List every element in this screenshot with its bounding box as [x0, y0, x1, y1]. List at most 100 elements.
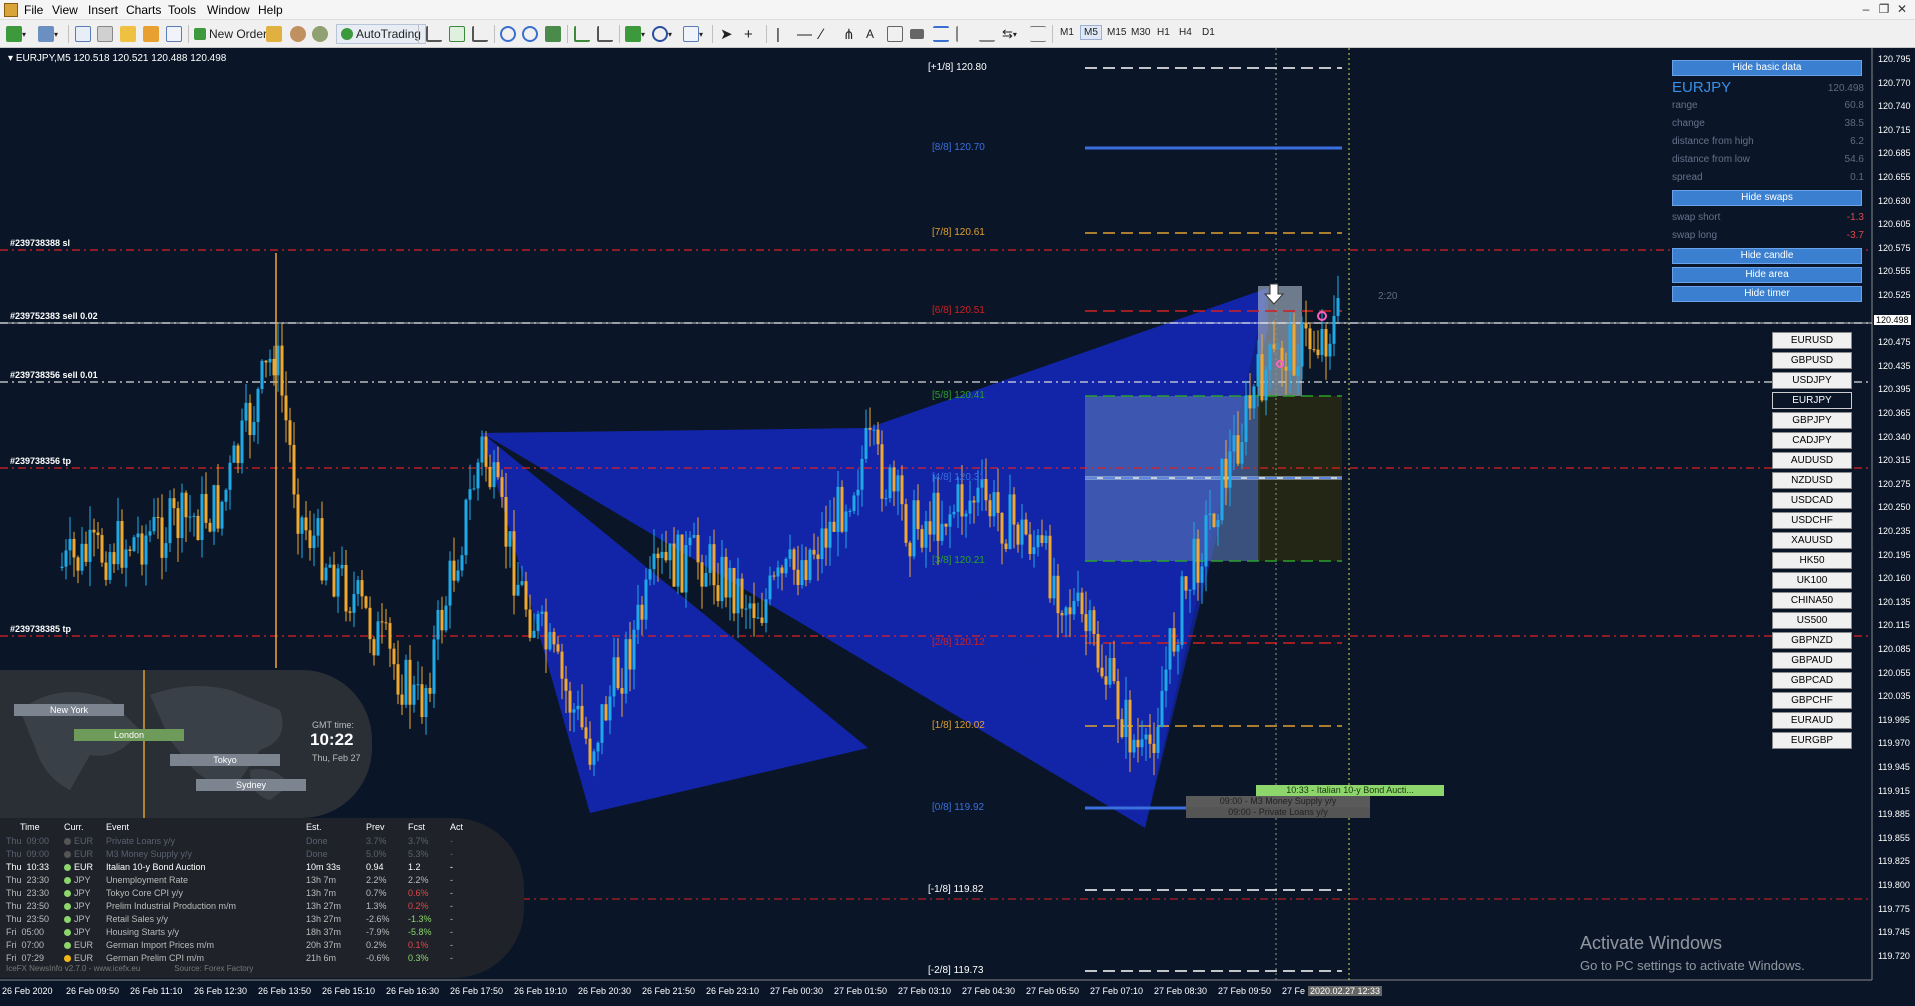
symbol-button-audusd[interactable]: AUDUSD — [1772, 452, 1852, 469]
menu-charts[interactable]: Charts — [126, 3, 161, 17]
order-line-label[interactable]: #239738388 sl — [10, 238, 70, 248]
hide-area-button[interactable]: Hide area — [1672, 267, 1862, 283]
crosshair-button[interactable]: + — [744, 24, 753, 44]
news-row[interactable]: Thu 23:30 JPY Tokyo Core CPI y/y 13h 7m 0.7%… — [6, 886, 480, 899]
market-watch-button[interactable] — [75, 24, 91, 44]
profiles-button[interactable]: ▾ — [38, 24, 58, 44]
data-window-button[interactable] — [97, 24, 113, 44]
news-row[interactable]: Thu 09:00 EUR Private Loans y/y Done 3.7% 3.7… — [6, 834, 480, 847]
new-chart-button[interactable]: ▾ — [6, 24, 26, 44]
menu-help[interactable]: Help — [258, 3, 283, 17]
order-line-label[interactable]: #239738385 tp — [10, 624, 71, 634]
news-row[interactable]: Fri 07:29 EUR German Prelim CPI m/m 21h 6m -… — [6, 951, 480, 964]
hide-timer-button[interactable]: Hide timer — [1672, 286, 1862, 302]
symbol-button-gbpjpy[interactable]: GBPJPY — [1772, 412, 1852, 429]
symbol-button-us500[interactable]: US500 — [1772, 612, 1852, 629]
news-row[interactable]: Fri 05:00 JPY Housing Starts y/y 18h 37m -7.… — [6, 925, 480, 938]
horizontal-line-button[interactable]: — — [797, 24, 812, 44]
zoom-in-button[interactable] — [500, 24, 516, 44]
timeframe-m30[interactable]: M30 — [1131, 27, 1150, 38]
minimize-icon[interactable]: – — [1857, 2, 1875, 16]
symbol-button-uk100[interactable]: UK100 — [1772, 572, 1852, 589]
menu-window[interactable]: Window — [207, 3, 250, 17]
indicators-button[interactable]: ▾ — [625, 24, 645, 44]
zoom-out-button[interactable] — [522, 24, 538, 44]
auto-scroll-button[interactable] — [574, 24, 590, 44]
timeframe-m5[interactable]: M5 — [1080, 25, 1102, 40]
event-italian-bond[interactable]: 10:33 - Italian 10-y Bond Aucti... — [1256, 785, 1444, 796]
hide-swaps-button[interactable]: Hide swaps — [1672, 190, 1862, 206]
symbol-button-usdcad[interactable]: USDCAD — [1772, 492, 1852, 509]
new-order-button[interactable]: New Order — [194, 24, 267, 44]
timeframe-h1[interactable]: H1 — [1157, 27, 1170, 38]
rectangle-button[interactable] — [910, 24, 924, 44]
more-tools-button[interactable] — [1030, 24, 1046, 44]
order-line-label[interactable]: #239738356 tp — [10, 456, 71, 466]
bar-chart-button[interactable] — [426, 24, 442, 44]
symbol-button-gbpcad[interactable]: GBPCAD — [1772, 672, 1852, 689]
cursor-button[interactable]: ➤ — [720, 24, 733, 44]
symbol-button-usdchf[interactable]: USDCHF — [1772, 512, 1852, 529]
symbol-button-eurgbp[interactable]: EURGBP — [1772, 732, 1852, 749]
arrows-button[interactable]: ⇆ ▾ — [1002, 24, 1017, 44]
menu-view[interactable]: View — [52, 3, 78, 17]
symbol-button-china50[interactable]: CHINA50 — [1772, 592, 1852, 609]
menu-tools[interactable]: Tools — [168, 3, 196, 17]
periods-button[interactable]: ▾ — [652, 24, 672, 44]
fibo-fan-button[interactable] — [956, 24, 972, 44]
restore-icon[interactable]: ❐ — [1875, 2, 1893, 16]
terminal-button[interactable] — [143, 24, 159, 44]
vps-button[interactable] — [312, 24, 328, 44]
channel-button[interactable]: ⋔ — [843, 24, 855, 44]
order-line-label[interactable]: #239752383 sell 0.02 — [10, 311, 98, 321]
timeframe-h4[interactable]: H4 — [1179, 27, 1192, 38]
timeframe-m15[interactable]: M15 — [1107, 27, 1126, 38]
templates-button[interactable]: ▾ — [683, 24, 703, 44]
navigator-button[interactable] — [120, 24, 136, 44]
symbol-button-gbpaud[interactable]: GBPAUD — [1772, 652, 1852, 669]
close-icon[interactable]: ✕ — [1893, 2, 1911, 16]
symbol-button-eurjpy[interactable]: EURJPY — [1772, 392, 1852, 409]
chart-shift-button[interactable] — [597, 24, 613, 44]
order-line-label[interactable]: #239738356 sell 0.01 — [10, 370, 98, 380]
symbol-button-eurusd[interactable]: EURUSD — [1772, 332, 1852, 349]
news-row[interactable]: Thu 23:50 JPY Retail Sales y/y 13h 27m -2.6%… — [6, 912, 480, 925]
vertical-line-button[interactable]: | — [776, 24, 780, 44]
menu-insert[interactable]: Insert — [88, 3, 118, 17]
news-row[interactable]: Thu 23:50 JPY Prelim Industrial Production… — [6, 899, 480, 912]
expert-button[interactable] — [266, 24, 282, 44]
symbol-button-euraud[interactable]: EURAUD — [1772, 712, 1852, 729]
andrews-button[interactable] — [979, 24, 995, 44]
hide-candle-button[interactable]: Hide candle — [1672, 248, 1862, 264]
symbol-button-nzdusd[interactable]: NZDUSD — [1772, 472, 1852, 489]
fibo-button[interactable] — [933, 24, 949, 44]
signals-button[interactable] — [290, 24, 306, 44]
autotrading-button[interactable]: AutoTrading — [336, 24, 426, 44]
symbol-button-gbpchf[interactable]: GBPCHF — [1772, 692, 1852, 709]
timeframe-m1[interactable]: M1 — [1060, 27, 1074, 38]
text-button[interactable]: A — [866, 24, 874, 44]
event-m3-money[interactable]: 09:00 - M3 Money Supply y/y — [1186, 796, 1370, 807]
strategy-tester-button[interactable] — [166, 24, 182, 44]
menu-file[interactable]: File — [24, 3, 43, 17]
symbol-button-cadjpy[interactable]: CADJPY — [1772, 432, 1852, 449]
candlestick-button[interactable] — [449, 24, 465, 44]
hide-basic-data-button[interactable]: Hide basic data — [1672, 60, 1862, 76]
symbol-button-gbpnzd[interactable]: GBPNZD — [1772, 632, 1852, 649]
trendline-button[interactable]: ∕ — [820, 24, 823, 44]
symbol-button-hk50[interactable]: HK50 — [1772, 552, 1852, 569]
news-row[interactable]: Thu 23:30 JPY Unemployment Rate 13h 7m 2.2% 2… — [6, 873, 480, 886]
symbol-button-gbpusd[interactable]: GBPUSD — [1772, 352, 1852, 369]
line-chart-button[interactable] — [472, 24, 488, 44]
news-row[interactable]: Thu 09:00 EUR M3 Money Supply y/y Done 5.0% 5… — [6, 847, 480, 860]
news-row[interactable]: Thu 10:33 EUR Italian 10-y Bond Auction 10m… — [6, 860, 480, 873]
symbol-button-usdjpy[interactable]: USDJPY — [1772, 372, 1852, 389]
text-label-button[interactable] — [887, 24, 903, 44]
event-private-loans[interactable]: 09:00 - Private Loans y/y — [1186, 807, 1370, 818]
tile-windows-button[interactable] — [545, 24, 561, 44]
price-chart[interactable]: ▾ EURJPY,M5 120.518 120.521 120.488 120.… — [0, 48, 1915, 1006]
collapse-icon[interactable]: ▾ — [8, 53, 16, 64]
news-row[interactable]: Fri 07:00 EUR German Import Prices m/m 20h … — [6, 938, 480, 951]
symbol-button-xauusd[interactable]: XAUUSD — [1772, 532, 1852, 549]
timeframe-d1[interactable]: D1 — [1202, 27, 1215, 38]
